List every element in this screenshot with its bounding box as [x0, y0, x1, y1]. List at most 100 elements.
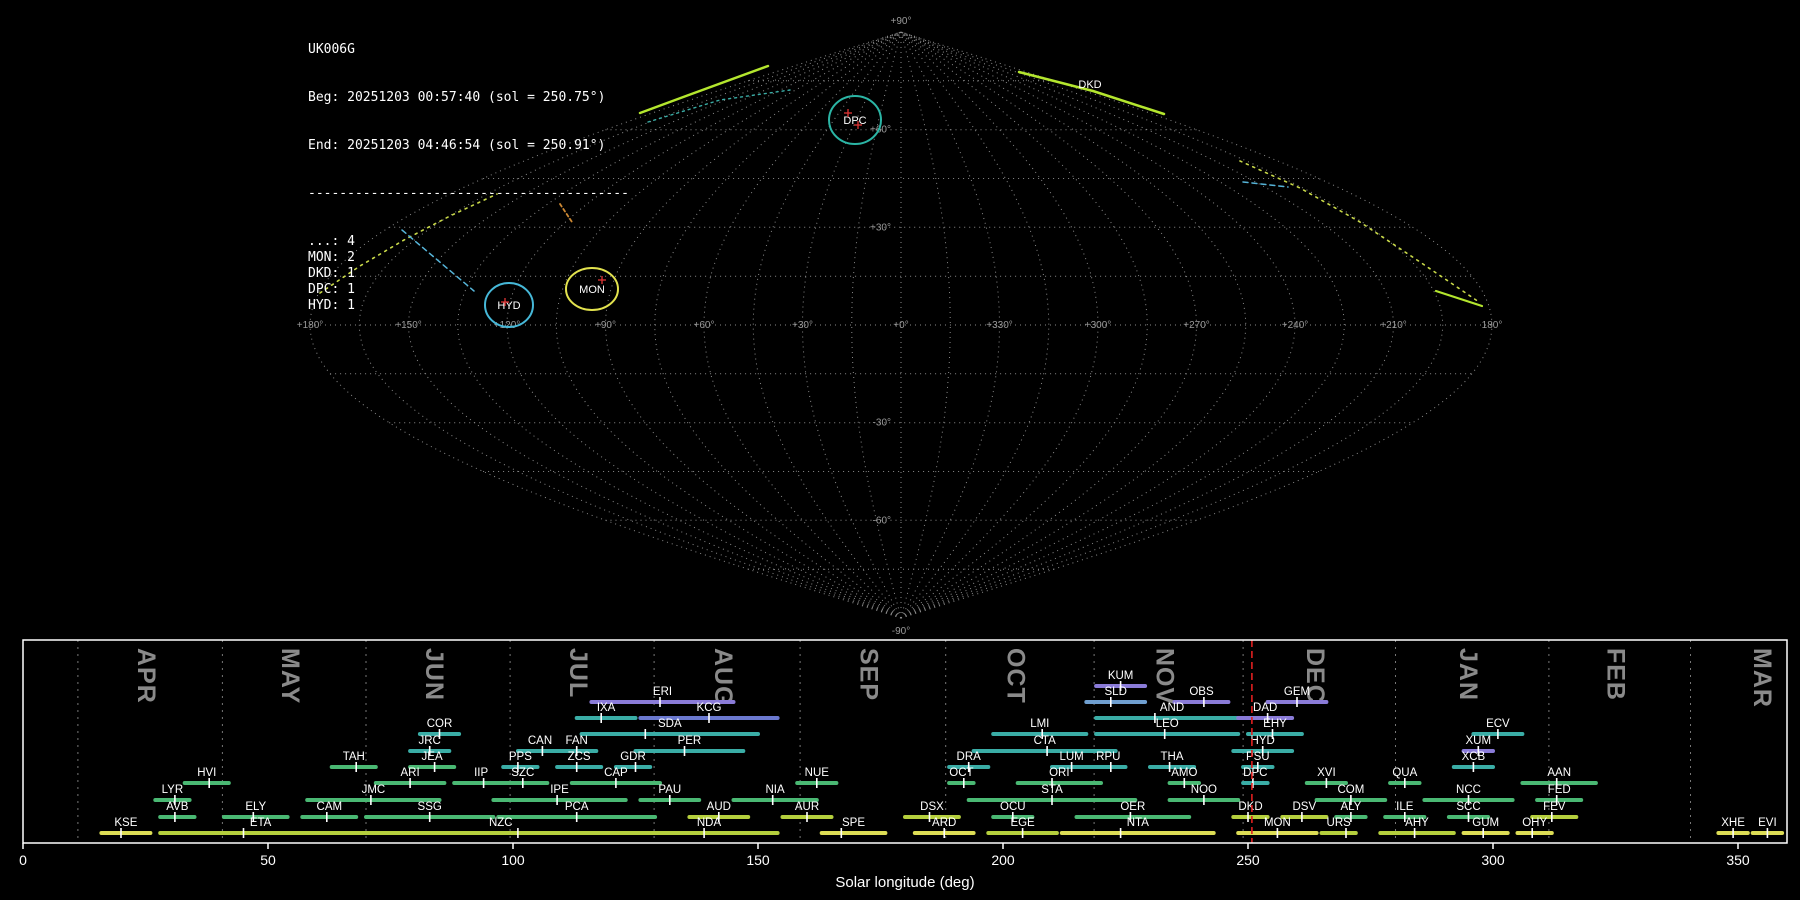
shower-label-ege: EGE [1010, 817, 1035, 829]
shower-label-cap: CAP [604, 767, 628, 779]
month-label: JUL [564, 648, 592, 698]
month-label: OCT [1002, 648, 1030, 704]
month-label: JUN [420, 648, 448, 701]
count-line: DKD: 1 [308, 266, 355, 281]
shower-label-nue: NUE [805, 767, 830, 779]
shower-label-dsv: DSV [1292, 801, 1316, 813]
shower-label-dkd: DKD [1238, 801, 1262, 813]
shower-label-psu: PSU [1246, 751, 1270, 763]
shower-label-gdr: GDR [620, 751, 646, 763]
axis-tick-label: 250 [1236, 852, 1260, 868]
meteor-trail [1239, 160, 1480, 303]
longitude-label: +210° [1380, 320, 1407, 331]
session-begin: Beg: 20251203 00:57:40 (sol = 250.75°) [308, 90, 606, 105]
pole-label-south: -90° [892, 626, 910, 637]
info-divider: ----------------------------------------… [308, 186, 629, 201]
axis-title: Solar longitude (deg) [835, 874, 974, 891]
shower-label-rpu: RPU [1096, 751, 1120, 763]
longitude-label: +60° [694, 320, 715, 331]
longitude-label: +0° [893, 320, 908, 331]
shower-label-hvi: HVI [197, 767, 216, 779]
shower-label-eta: ETA [250, 817, 272, 829]
shower-label-aan: AAN [1547, 767, 1571, 779]
shower-label-xcb: XCB [1462, 751, 1486, 763]
shower-label-zcs: ZCS [568, 751, 591, 763]
shower-label-per: PER [678, 735, 702, 747]
shower-label-urs: URS [1327, 817, 1352, 829]
shower-label-ipe: IPE [550, 784, 569, 796]
shower-label-leo: LEO [1156, 718, 1179, 730]
shower-label-ocu: OCU [1000, 801, 1026, 813]
shower-label-lyr: LYR [162, 784, 184, 796]
axis-tick-label: 100 [501, 852, 525, 868]
session-end: End: 20251203 04:46:54 (sol = 250.91°) [308, 138, 606, 153]
shower-label-gem: GEM [1284, 686, 1310, 698]
radiant-label-dkd: DKD [1078, 79, 1101, 91]
shower-label-cor: COR [427, 718, 453, 730]
shower-label-cta: CTA [1034, 735, 1056, 747]
shower-label-mon: MON [1264, 817, 1291, 829]
shower-label-jrc: JRC [419, 735, 441, 747]
shower-label-fev: FEV [1543, 801, 1566, 813]
shower-label-qua: QUA [1392, 767, 1417, 779]
shower-label-sta: STA [1041, 784, 1063, 796]
shower-label-gum: GUM [1472, 817, 1499, 829]
shower-label-ncc: NCC [1456, 784, 1481, 796]
month-label: MAR [1748, 648, 1776, 708]
shower-label-spe: SPE [842, 817, 865, 829]
shower-label-pau: PAU [658, 784, 681, 796]
axis-tick-label: 0 [19, 852, 27, 868]
shower-label-ely: ELY [245, 801, 266, 813]
axis-tick-label: 300 [1481, 852, 1505, 868]
axis-tick-label: 50 [260, 852, 276, 868]
shower-counts: ...: 4 MON: 2 DKD: 1 DPC: 1 HYD: 1 [308, 234, 629, 314]
shower-label-ecv: ECV [1486, 718, 1510, 730]
shower-label-dra: DRA [957, 751, 982, 763]
latitude-label: -30° [873, 418, 891, 429]
longitude-label: +240° [1282, 320, 1309, 331]
shower-label-iip: IIP [474, 767, 488, 779]
axis-tick-label: 150 [746, 852, 770, 868]
longitude-label: 180° [1482, 320, 1503, 331]
observation-info: UK006G Beg: 20251203 00:57:40 (sol = 250… [308, 10, 629, 346]
longitude-label: +330° [986, 320, 1013, 331]
shower-label-can: CAN [528, 735, 552, 747]
shower-label-ahy: AHY [1405, 817, 1429, 829]
shower-label-cam: CAM [317, 801, 343, 813]
grid-meridian [900, 31, 1444, 619]
axis-tick-label: 350 [1726, 852, 1750, 868]
shower-label-fed: FED [1548, 784, 1571, 796]
shower-label-ile: ILE [1396, 801, 1414, 813]
shower-label-dpc: DPC [1243, 767, 1267, 779]
shower-label-obs: OBS [1189, 686, 1214, 698]
shower-label-and: AND [1160, 702, 1184, 714]
shower-label-kse: KSE [114, 817, 137, 829]
shower-label-com: COM [1337, 784, 1364, 796]
axis-tick-label: 200 [991, 852, 1015, 868]
meteor-trail [1242, 181, 1289, 188]
shower-label-noo: NOO [1191, 784, 1217, 796]
shower-label-aur: AUR [795, 801, 819, 813]
shower-label-pps: PPS [509, 751, 532, 763]
meteor-station-report: +90° -90° +180° +150° +120° +90° +60° +30° +0° +3… [0, 0, 1800, 900]
month-label: JAN [1454, 648, 1482, 701]
shower-label-tah: TAH [343, 751, 365, 763]
shower-label-avb: AVB [166, 801, 188, 813]
shower-label-sld: SLD [1105, 686, 1127, 698]
shower-label-ari: ARI [401, 767, 420, 779]
month-label: MAY [276, 648, 304, 704]
shower-label-lmi: LMI [1030, 718, 1049, 730]
shower-label-jmc: JMC [362, 784, 386, 796]
shower-label-nda: NDA [697, 817, 722, 829]
latitude-label: -60° [873, 515, 891, 526]
timeline-group: APR MAY JUN JUL AUG SEP OCT NOV DEC JAN FEB MARKUME… [19, 639, 1788, 891]
shower-label-ohy: OHY [1522, 817, 1547, 829]
month-label: SEP [855, 648, 883, 701]
station-id: UK006G [308, 42, 355, 57]
longitude-label: +30° [792, 320, 813, 331]
shower-label-ori: ORI [1049, 767, 1069, 779]
shower-label-jea: JEA [422, 751, 443, 763]
shower-label-ard: ARD [932, 817, 956, 829]
month-label: AUG [709, 648, 737, 707]
shower-label-nzc: NZC [489, 817, 513, 829]
